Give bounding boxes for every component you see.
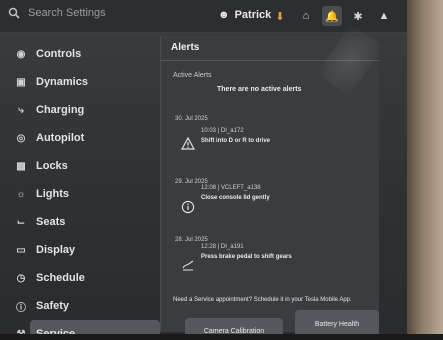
- settings-sidebar: ◉ Controls ▣ Dynamics ⤷ Charging ◎ Autop…: [0, 40, 160, 340]
- user-profile[interactable]: ☻ Patrick: [218, 9, 271, 21]
- status-icons: ⬇ ⌂ 🔔 ✱ ▲: [270, 6, 394, 26]
- sidebar-item-locks[interactable]: ▩ Locks: [0, 152, 160, 180]
- person-icon: ☻: [218, 9, 230, 21]
- sidebar-item-schedule[interactable]: ◷ Schedule: [0, 264, 160, 292]
- alert-message: Close console lid gently: [201, 195, 270, 201]
- bluetooth-icon[interactable]: ✱: [348, 6, 368, 26]
- sidebar-item-label: Autopilot: [36, 132, 85, 144]
- user-name: Patrick: [234, 9, 272, 21]
- sidebar-item-autopilot[interactable]: ◎ Autopilot: [0, 124, 160, 152]
- car-icon: ▣: [16, 76, 26, 88]
- sidebar-item-controls[interactable]: ◉ Controls: [0, 40, 160, 68]
- alert-date: 30. Jul 2025: [175, 116, 208, 122]
- search-bar[interactable]: Search Settings: [8, 7, 106, 19]
- info-icon: ⓘ: [16, 302, 26, 314]
- bolt-icon: ⤷: [18, 104, 24, 116]
- alert-meta: 12:08 | VCLEFT_a138: [201, 185, 261, 191]
- seat-icon: ⌙: [16, 216, 26, 228]
- active-alerts-label: Active Alerts: [173, 72, 212, 79]
- signal-icon: ▲: [378, 10, 390, 22]
- download-icon[interactable]: ⬇: [270, 6, 290, 26]
- service-appointment-text: Need a Service appointment? Schedule it …: [173, 297, 352, 303]
- sidebar-item-charging[interactable]: ⤷ Charging: [0, 96, 160, 124]
- alert-meta: 10:03 | DI_a172: [201, 128, 244, 134]
- window-frame: [407, 0, 443, 340]
- brake-foot-icon: [182, 260, 194, 271]
- clock-icon: ◷: [16, 272, 26, 284]
- bell-icon[interactable]: 🔔: [322, 6, 342, 26]
- display-icon: ▭: [16, 244, 26, 256]
- sidebar-item-label: Lights: [36, 188, 69, 200]
- sidebar-item-label: Seats: [36, 216, 66, 228]
- sidebar-item-label: Controls: [36, 48, 82, 60]
- sidebar-item-safety[interactable]: ⓘ Safety: [0, 292, 160, 320]
- sidebar-item-display[interactable]: ▭ Display: [0, 236, 160, 264]
- sidebar-item-label: Safety: [36, 300, 70, 312]
- sun-icon: ☼: [16, 188, 26, 200]
- alert-message: Shift into D or R to drive: [201, 138, 270, 144]
- warning-icon: [181, 137, 195, 150]
- sidebar-item-label: Display: [36, 244, 76, 256]
- steering-wheel-icon: ◎: [16, 132, 26, 144]
- toggle-icon: ◉: [16, 48, 26, 60]
- sidebar-item-label: Schedule: [36, 272, 85, 284]
- sidebar-item-label: Locks: [36, 160, 68, 172]
- alerts-title: Alerts: [171, 42, 200, 53]
- screen-bezel: [0, 334, 443, 340]
- info-icon: [181, 200, 195, 214]
- search-icon: [8, 7, 20, 19]
- sidebar-item-label: Dynamics: [36, 76, 88, 88]
- sidebar-item-dynamics[interactable]: ▣ Dynamics: [0, 68, 160, 96]
- no-active-alerts-text: There are no active alerts: [217, 86, 302, 93]
- sidebar-item-seats[interactable]: ⌙ Seats: [0, 208, 160, 236]
- search-placeholder: Search Settings: [28, 7, 106, 19]
- alert-meta: 12:28 | DI_a191: [201, 244, 244, 250]
- top-bar: Search Settings ☻ Patrick ⬇ ⌂ 🔔 ✱ ▲: [0, 0, 407, 33]
- alert-message: Press brake pedal to shift gears: [201, 254, 292, 260]
- tesla-settings-screen: Search Settings ☻ Patrick ⬇ ⌂ 🔔 ✱ ▲ ◉ Co…: [0, 0, 443, 340]
- garage-icon[interactable]: ⌂: [296, 6, 316, 26]
- sidebar-item-lights[interactable]: ☼ Lights: [0, 180, 160, 208]
- alert-date: 28. Jul 2025: [175, 237, 208, 243]
- lock-icon: ▩: [16, 160, 26, 172]
- sidebar-item-label: Charging: [36, 104, 85, 116]
